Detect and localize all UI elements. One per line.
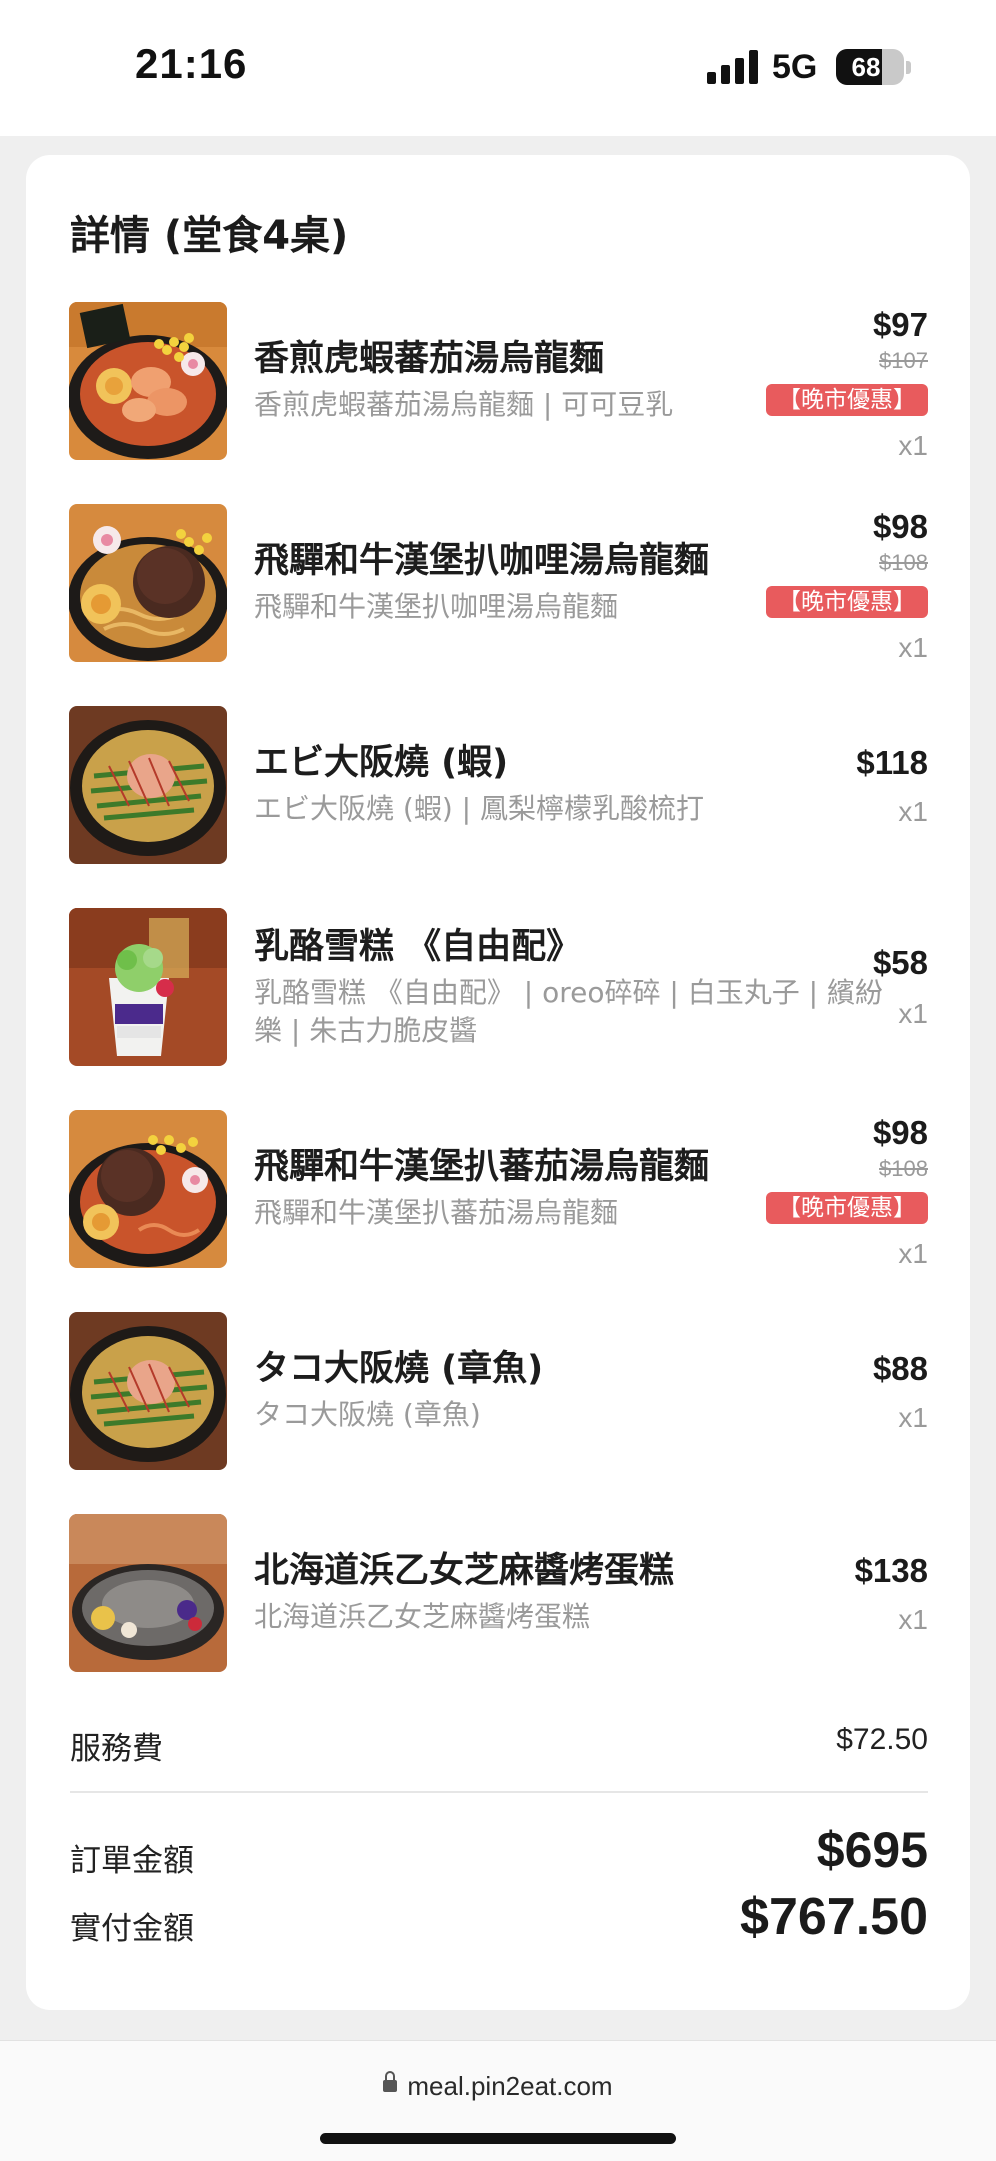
battery-level: 68 [851,52,881,82]
item-price: $98 [872,508,928,545]
item-description: エビ大阪燒 (蝦) | 鳳梨檸檬乳酸梳打 [254,792,704,825]
promo-badge: 【晚市優惠】 [766,1192,928,1224]
item-quantity: x1 [898,998,928,1029]
subtotal-value: $695 [816,1822,928,1878]
order-item: 北海道浜乙女芝麻醬烤蛋糕 北海道浜乙女芝麻醬烤蛋糕 $138 x1 [26,1514,970,1674]
tomato-udon-photo [69,302,227,460]
browser-address-bar[interactable]: meal.pin2eat.com [0,2040,996,2161]
network-type: 5G [772,48,818,86]
item-description: タコ大阪燒 (章魚) [254,1398,481,1431]
order-item: 飛驒和牛漢堡扒咖哩湯烏龍麵 飛驒和牛漢堡扒咖哩湯烏龍麵 $98 $108 【晚市… [26,504,970,664]
okonomiyaki-photo [69,1312,227,1470]
item-name: 香煎虎蝦蕃茄湯烏龍麵 [254,339,605,379]
order-item: エビ大阪燒 (蝦) エビ大阪燒 (蝦) | 鳳梨檸檬乳酸梳打 $118 x1 [26,706,970,866]
divider [70,1791,928,1793]
item-name: タコ大阪燒 (章魚) [254,1349,544,1389]
item-quantity: x1 [898,1402,928,1433]
home-indicator[interactable] [320,2133,676,2144]
subtotal-label: 訂單金額 [70,1843,194,1879]
curry-udon-photo [69,504,227,662]
order-item: タコ大阪燒 (章魚) タコ大阪燒 (章魚) $88 x1 [26,1312,970,1472]
item-original-price: $107 [879,348,928,373]
item-quantity: x1 [898,1604,928,1635]
url-text: meal.pin2eat.com [407,2071,613,2101]
order-details-card: 詳情 (堂食4桌) 香煎虎蝦蕃茄湯烏龍麵 香煎虎蝦蕃茄湯烏龍麵 | 可可豆乳 $… [26,155,970,2010]
item-quantity: x1 [898,1238,928,1269]
item-price: $98 [872,1114,928,1151]
battery-icon: 68 [836,49,904,85]
service-fee-value: $72.50 [836,1723,928,1756]
order-item: 香煎虎蝦蕃茄湯烏龍麵 香煎虎蝦蕃茄湯烏龍麵 | 可可豆乳 $97 $107 【晚… [26,302,970,462]
item-price: $138 [854,1552,928,1589]
item-name: 北海道浜乙女芝麻醬烤蛋糕 [254,1551,675,1591]
status-bar: 21:16 5G 68 [0,0,996,136]
url-display[interactable]: meal.pin2eat.com [0,2071,996,2102]
battery-cap [906,61,911,74]
lock-icon [383,2071,398,2093]
signal-icon [707,50,759,84]
hamburg-udon-photo [69,1110,227,1268]
item-original-price: $108 [879,1156,928,1181]
order-item: 飛驒和牛漢堡扒蕃茄湯烏龍麵 飛驒和牛漢堡扒蕃茄湯烏龍麵 $98 $108 【晚市… [26,1110,970,1270]
order-title: 詳情 (堂食4桌) [70,213,349,259]
order-item: 乳酪雪糕 《自由配》 乳酪雪糕 《自由配》 | oreo碎碎 | 白玉丸子 | … [26,908,970,1068]
total-label: 實付金額 [70,1911,194,1947]
item-quantity: x1 [898,796,928,827]
status-time: 21:16 [135,40,248,87]
item-quantity: x1 [898,632,928,663]
item-price: $58 [872,944,928,981]
sesame-cake-photo [69,1514,227,1672]
total-value: $767.50 [740,1888,928,1946]
parfait-photo [69,908,227,1066]
item-price: $118 [856,744,928,781]
item-name: 乳酪雪糕 《自由配》 [254,927,582,967]
service-fee-label: 服務費 [70,1731,163,1767]
item-price: $88 [872,1350,928,1387]
item-price: $97 [872,306,928,343]
promo-badge: 【晚市優惠】 [766,384,928,416]
item-original-price: $108 [879,550,928,575]
item-name: エビ大阪燒 (蝦) [254,743,509,783]
item-description: 乳酪雪糕 《自由配》 | oreo碎碎 | 白玉丸子 | 繽紛樂 | 朱古力脆皮… [254,976,883,1047]
item-name: 飛驒和牛漢堡扒咖哩湯烏龍麵 [254,541,710,581]
okonomiyaki-photo [69,706,227,864]
item-name: 飛驒和牛漢堡扒蕃茄湯烏龍麵 [254,1147,710,1187]
item-description: 北海道浜乙女芝麻醬烤蛋糕 [254,1600,591,1633]
item-quantity: x1 [898,430,928,461]
promo-badge: 【晚市優惠】 [766,586,928,618]
